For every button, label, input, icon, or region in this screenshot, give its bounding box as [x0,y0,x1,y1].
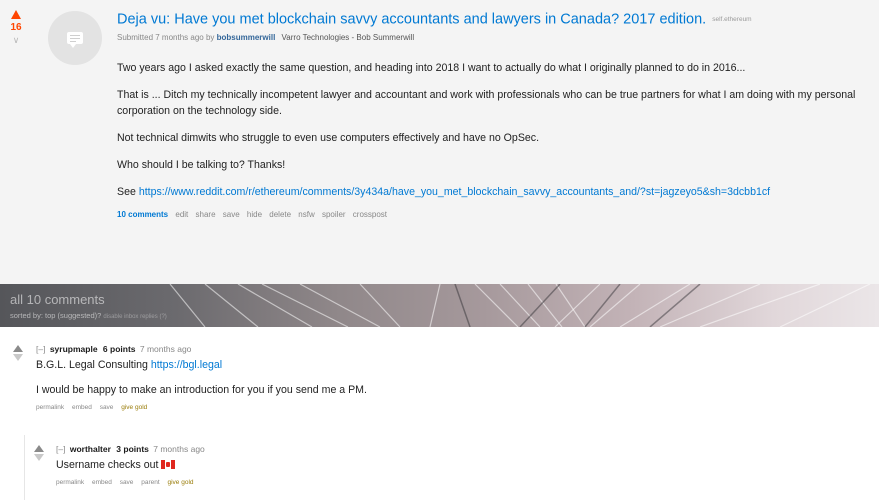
embed-button[interactable]: embed [72,404,92,411]
crosspost-button[interactable]: crosspost [353,210,387,219]
collapse-toggle[interactable]: [–] [56,444,65,454]
disable-inbox-replies-link[interactable]: disable inbox replies (?) [103,314,166,320]
comment-header: [–] worthalter 3 points 7 months ago [56,444,205,454]
nsfw-button[interactable]: nsfw [298,210,314,219]
post-buttons: 10 comments edit share save hide delete … [117,210,857,219]
delete-button[interactable]: delete [269,210,291,219]
comment-text: B.G.L. Legal Consulting [36,359,151,371]
spoiler-button[interactable]: spoiler [322,210,346,219]
self-post-thumbnail[interactable] [48,11,102,65]
comment: [–] syrupmaple 6 points 7 months ago B.G… [0,335,879,427]
post-selftext: Two years ago I asked exactly the same q… [117,60,857,200]
collapse-toggle[interactable]: [–] [36,344,45,354]
permalink-button[interactable]: permalink [36,404,64,411]
comment-vote [33,445,45,461]
comments-banner: all 10 comments sorted by: top (suggeste… [0,284,879,327]
comment-reply: [–] worthalter 3 points 7 months ago Use… [24,435,879,500]
comment-text: Username checks out [56,459,159,471]
banner-background-image [169,284,871,327]
save-button[interactable]: save [120,479,134,486]
comment-body: B.G.L. Legal Consulting https://bgl.lega… [36,358,367,398]
upvote-arrow-icon[interactable] [34,445,44,452]
author-flair: Varro Technologies - Bob Summerwill [281,33,415,43]
post-author-link[interactable]: bobsummerwill [217,33,276,42]
reference-link[interactable]: https://www.reddit.com/r/ethereum/commen… [139,186,770,198]
canada-flag-icon [161,460,176,469]
upvote-arrow-icon[interactable] [13,345,23,352]
sort-row: sorted by: top (suggested)? disable inbo… [10,311,167,320]
comment-buttons: permalink embed save give gold [36,404,367,411]
comment-header: [–] syrupmaple 6 points 7 months ago [36,344,367,354]
comment-buttons: permalink embed save parent give gold [56,479,205,486]
give-gold-button[interactable]: give gold [121,404,147,411]
comment-author-link[interactable]: syrupmaple [50,344,98,354]
comment-vote [12,345,24,361]
upvote-arrow-icon[interactable] [11,10,21,19]
save-button[interactable]: save [223,210,240,219]
comment-body: Username checks out [56,458,205,473]
downvote-arrow-icon[interactable] [13,354,23,361]
post-title-line: Deja vu: Have you met blockchain savvy a… [117,11,857,28]
comment-points: 6 points [102,344,136,354]
chat-bubble-icon [67,32,83,48]
post-tagline: Submitted 7 months ago by bobsummerwill … [117,33,857,42]
comment-line: B.G.L. Legal Consulting https://bgl.lega… [36,358,367,373]
give-gold-button[interactable]: give gold [167,479,193,486]
post-title-link[interactable]: Deja vu: Have you met blockchain savvy a… [117,11,706,27]
comment-author-link[interactable]: worthalter [70,444,111,454]
comment-link[interactable]: https://bgl.legal [151,359,222,371]
see-label: See [117,186,136,199]
downvote-arrow-icon[interactable] [34,454,44,461]
comment-time: 7 months ago [153,444,205,454]
embed-button[interactable]: embed [92,479,112,486]
selftext-paragraph-link: See https://www.reddit.com/r/ethereum/co… [117,184,857,200]
share-button[interactable]: share [196,210,216,219]
comment-points: 3 points [116,444,149,454]
permalink-button[interactable]: permalink [56,479,84,486]
save-button[interactable]: save [100,404,114,411]
selftext-paragraph: That is ... Ditch my technically incompe… [117,89,856,118]
downvote-chevron-icon[interactable]: ∨ [6,35,26,45]
selftext-paragraph: Who should I be talking to? Thanks! [117,159,286,172]
edit-button[interactable]: edit [175,210,188,219]
selftext-paragraph: Two years ago I asked exactly the same q… [117,62,746,75]
post-domain[interactable]: self.ethereum [712,16,751,23]
comments-button[interactable]: 10 comments [117,210,168,219]
post-main: Deja vu: Have you met blockchain savvy a… [117,11,857,219]
sort-dropdown[interactable]: sorted by: top (suggested)? [10,311,101,320]
submitted-text: Submitted 7 months ago by [117,33,215,43]
comment-line: I would be happy to make an introduction… [36,384,367,396]
parent-button[interactable]: parent [141,479,159,486]
post-container: 16 ∨ Deja vu: Have you met blockchain sa… [0,0,879,284]
post-score: 16 [10,22,22,33]
comments-count-title: all 10 comments [10,292,105,307]
selftext-paragraph: Not technical dimwits who struggle to ev… [117,132,540,145]
comment-time: 7 months ago [139,344,192,354]
hide-button[interactable]: hide [247,210,262,219]
post-vote: 16 ∨ [6,10,26,45]
